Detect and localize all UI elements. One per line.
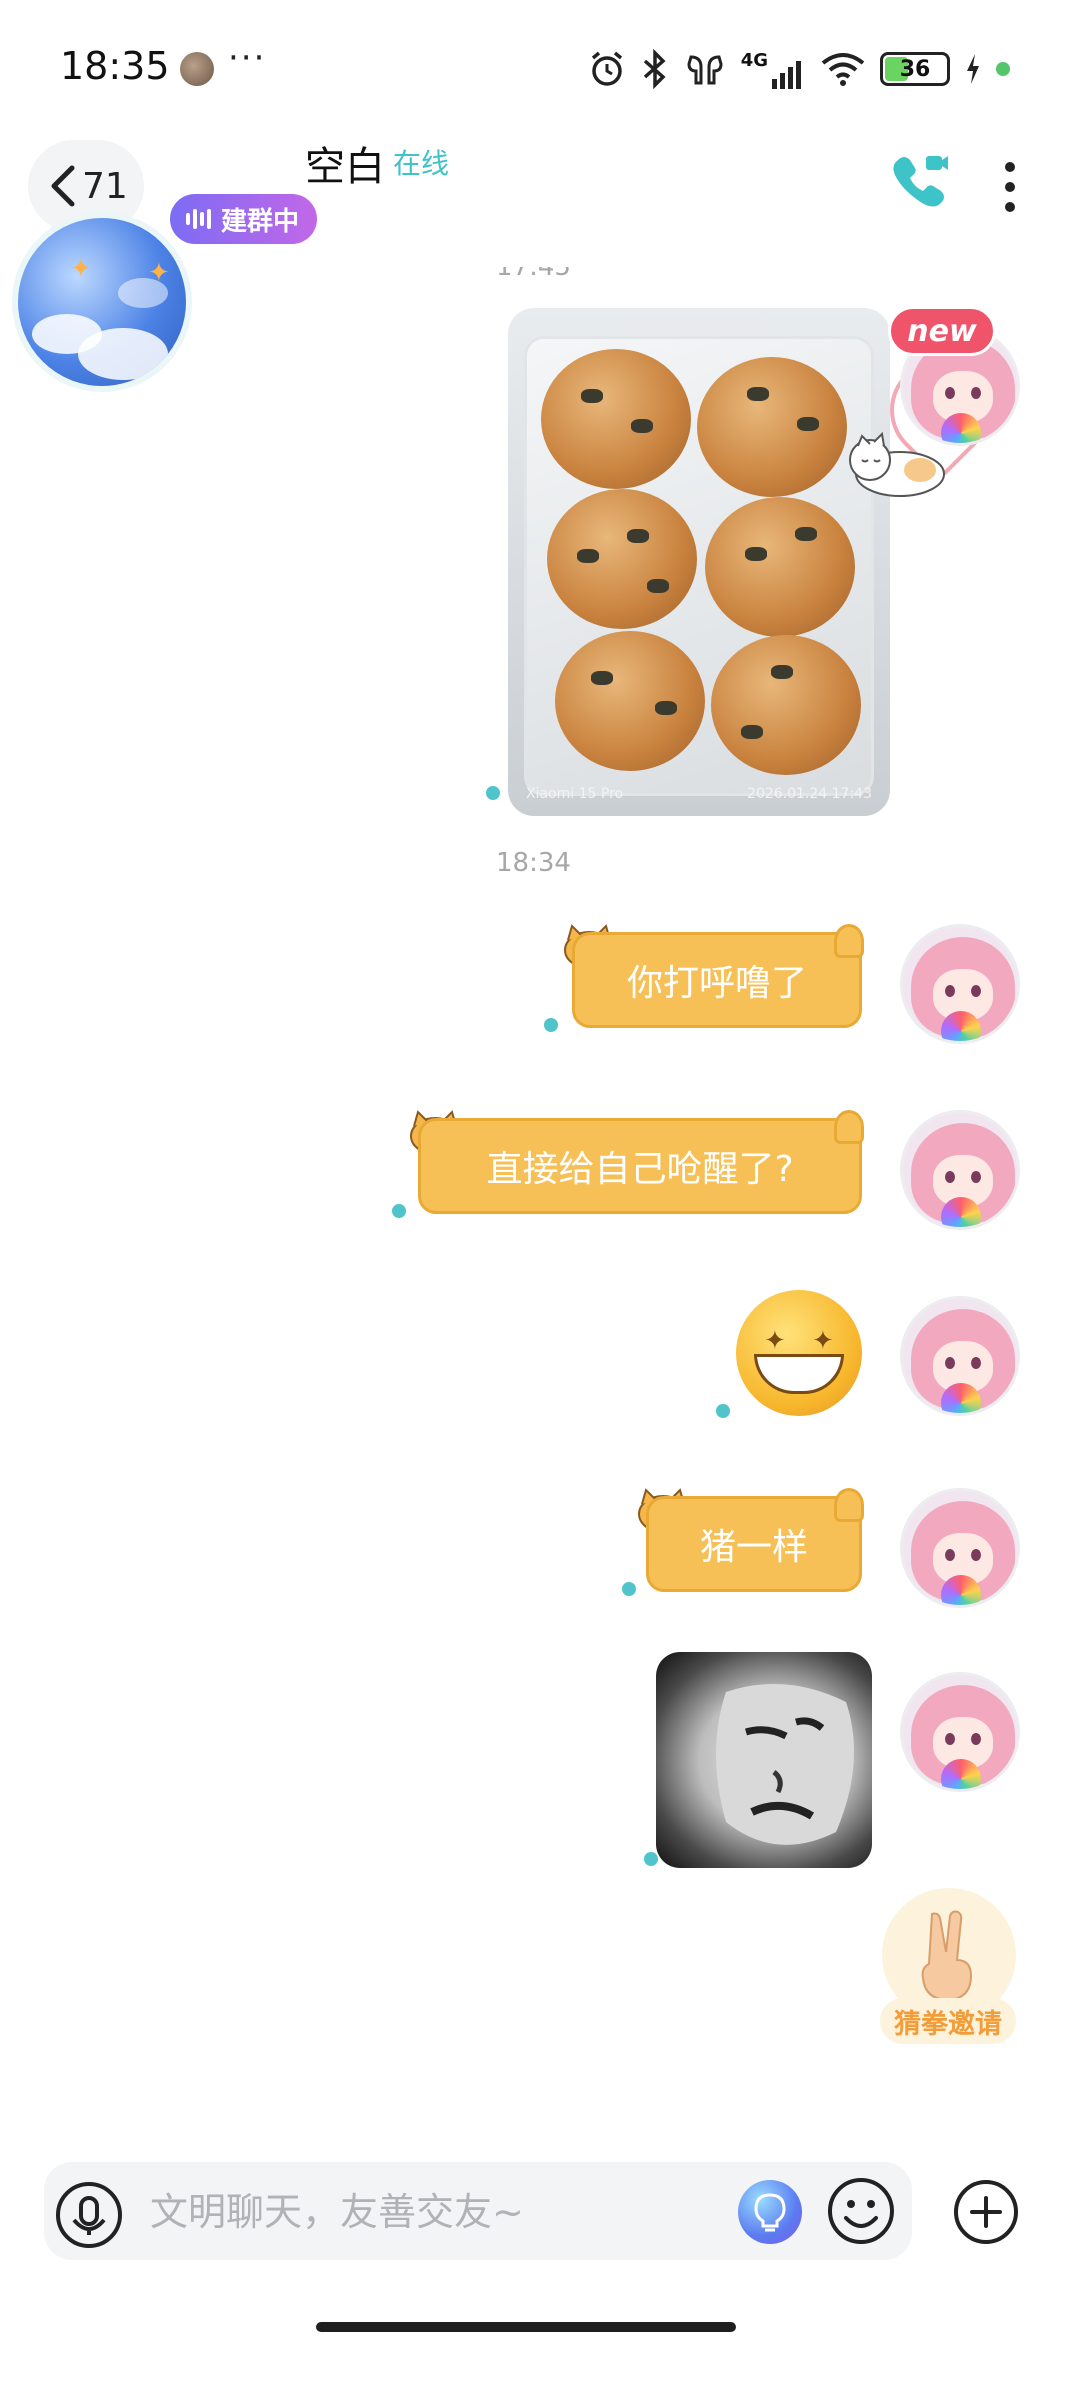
read-indicator (544, 1018, 558, 1032)
read-indicator (486, 786, 500, 800)
my-avatar[interactable] (900, 1296, 1020, 1416)
photo-watermark-date: 2026.01.24 17:43 (747, 786, 872, 802)
home-indicator[interactable] (316, 2322, 736, 2332)
meme-sticker-message[interactable] (656, 1652, 872, 1868)
my-avatar[interactable] (900, 1110, 1020, 1230)
emoji-icon[interactable] (826, 2176, 896, 2246)
alarm-icon (591, 51, 622, 86)
game-invite-label[interactable]: 猜拳邀请 (880, 1998, 1016, 2044)
voice-video-call-icon[interactable] (890, 150, 950, 210)
read-indicator (392, 1204, 406, 1218)
meme-face-icon (716, 1684, 854, 1845)
timestamp: 17:45 (496, 252, 571, 282)
bluetooth-icon (643, 49, 666, 89)
bubble-decoration (834, 1488, 864, 1522)
bubble-decoration (834, 924, 864, 958)
photo-watermark-device: Xiaomi 15 Pro (526, 786, 624, 802)
text-message[interactable]: 猪一样 (646, 1496, 862, 1592)
wifi-icon (821, 53, 865, 86)
online-status: 在线 (393, 147, 450, 180)
sound-wave-icon (186, 209, 211, 229)
unread-count: 71 (82, 165, 128, 207)
read-indicator (644, 1852, 658, 1866)
group-badge-label: 建群中 (221, 206, 300, 237)
my-avatar[interactable] (900, 1672, 1020, 1792)
app-notification-icon (180, 52, 214, 86)
cell-signal-icon (772, 60, 801, 89)
network-type-label: 4G (740, 49, 768, 71)
my-avatar[interactable] (900, 924, 1020, 1044)
charging-icon (967, 54, 979, 84)
battery-level: 36 (899, 56, 931, 82)
plus-icon[interactable] (952, 2178, 1020, 2246)
message-text: 你打呼噜了 (626, 963, 807, 1004)
sleeping-cat-sticker (849, 431, 945, 497)
bubble-decoration (834, 1110, 864, 1144)
contact-name[interactable]: 空白 (305, 134, 385, 192)
text-message[interactable]: 你打呼噜了 (572, 932, 862, 1028)
message-text: 猪一样 (699, 1527, 808, 1568)
group-avatar[interactable]: ✦ ✦ (12, 212, 192, 392)
status-right-icons: 4G 36 (587, 44, 1010, 94)
more-vertical-icon[interactable] (990, 160, 1030, 214)
group-building-badge[interactable]: 建群中 (170, 194, 318, 244)
read-indicator (622, 1582, 636, 1596)
read-indicator (716, 1404, 730, 1418)
timestamp: 18:34 (496, 848, 571, 878)
my-avatar[interactable] (900, 1488, 1020, 1608)
text-message[interactable]: 直接给自己呛醒了? (418, 1118, 862, 1214)
new-badge: new (888, 306, 996, 356)
ai-assistant-icon[interactable] (738, 2180, 802, 2244)
status-time: 18:35 (60, 44, 170, 88)
back-arrow-icon (51, 165, 75, 207)
mic-icon[interactable] (54, 2180, 124, 2250)
grinning-emoji-message[interactable]: ✦ ✦ (736, 1290, 862, 1416)
battery-indicator: 36 (880, 52, 950, 86)
message-text: 直接给自己呛醒了? (486, 1149, 794, 1190)
message-input[interactable] (150, 2182, 710, 2242)
victory-hand-icon (921, 1910, 973, 2000)
photo-message[interactable]: Xiaomi 15 Pro 2026.01.24 17:43 (508, 308, 890, 816)
privacy-indicator-dot (996, 62, 1010, 76)
status-more-indicator: ··· (228, 38, 267, 78)
earbuds-icon (687, 55, 723, 85)
